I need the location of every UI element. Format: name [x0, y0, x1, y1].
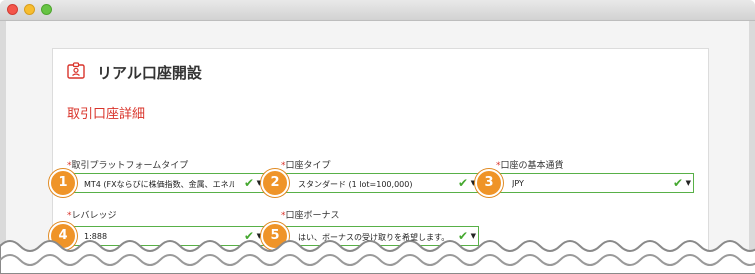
section-title: 取引口座詳細: [67, 107, 146, 122]
account-type-value: スタンダード (1 lot=100,000): [298, 180, 413, 189]
page-title: リアル口座開設: [97, 64, 202, 82]
torn-edge-decoration: [0, 240, 755, 274]
step-badge-1: 1: [49, 169, 77, 197]
account-type-select[interactable]: スタンダード (1 lot=100,000) ✔ ▼: [271, 173, 479, 193]
step-badge-2: 2: [261, 169, 289, 197]
caret-down-icon: ▼: [685, 179, 691, 187]
platform-type-select[interactable]: MT4 (FXならびに株価指数、金属、エネルギーのCFD) ✔ ▼: [57, 173, 265, 193]
check-icon: ✔: [672, 176, 683, 190]
id-card-icon: [67, 62, 85, 79]
close-window-button[interactable]: [7, 4, 18, 15]
check-icon: ✔: [243, 176, 254, 190]
maximize-window-button[interactable]: [41, 4, 52, 15]
check-icon: ✔: [457, 176, 468, 190]
account-type-label: *口座タイプ: [281, 161, 331, 171]
base-currency-select[interactable]: JPY ✔ ▼: [485, 173, 694, 193]
base-currency-value: JPY: [512, 179, 524, 188]
platform-type-value: MT4 (FXならびに株価指数、金属、エネルギーのCFD): [84, 180, 234, 189]
platform-type-label: *取引プラットフォームタイプ: [67, 161, 189, 171]
minimize-window-button[interactable]: [24, 4, 35, 15]
step-badge-3: 3: [475, 169, 503, 197]
browser-window: リアル口座開設 取引口座詳細 *取引プラットフォームタイプ MT4 (FXならび…: [0, 0, 755, 274]
base-currency-label: *口座の基本通貨: [496, 161, 564, 171]
window-titlebar: [0, 0, 755, 21]
leverage-label: *レバレッジ: [67, 211, 117, 221]
account-bonus-label: *口座ボーナス: [281, 211, 340, 221]
